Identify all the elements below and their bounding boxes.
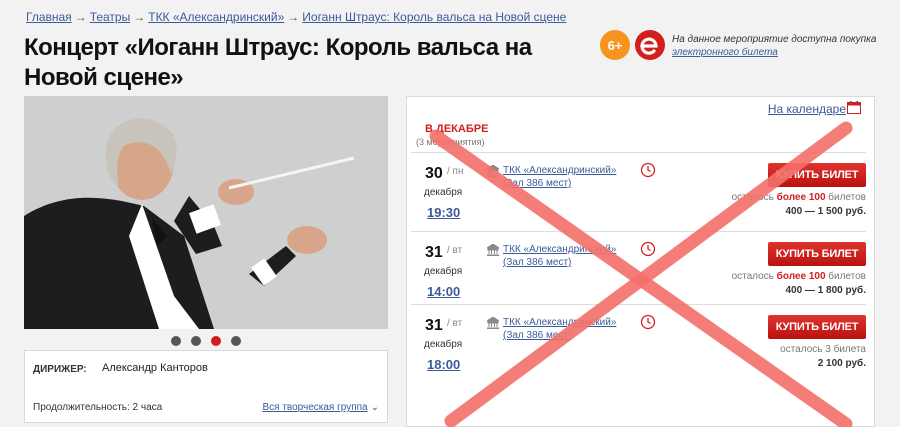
creative-group-label: Вся творческая группа (262, 402, 368, 413)
session-row: 31 / вт декабря 18:00 ТКК «Александринск… (411, 304, 866, 382)
gallery-dot-2[interactable] (191, 336, 201, 346)
price-range: 400 — 1 800 руб. (785, 285, 866, 296)
availability-prefix: осталось (731, 271, 777, 282)
session-time[interactable]: 18:00 (427, 357, 460, 372)
session-row: 31 / вт декабря 14:00 ТКК «Александринск… (411, 231, 866, 309)
schedule-panel: На календаре В ДЕКАБРЕ (3 мероприятия) 3… (406, 96, 875, 427)
session-weekday: / вт (447, 318, 463, 329)
conductor-image (24, 96, 388, 329)
clock-icon[interactable] (640, 314, 656, 330)
eticket-note: На данное мероприятие доступна покупка э… (672, 33, 882, 59)
event-info-box: ДИРИЖЕР: Александр Канторов Продолжитель… (24, 350, 388, 423)
availability-count: более 100 (776, 192, 826, 203)
venue-hall: (Зал 386 мест) (503, 330, 572, 341)
availability-count: более 100 (776, 271, 826, 282)
theater-building-icon (487, 244, 499, 256)
gallery-dot-3[interactable] (211, 336, 221, 346)
eticket-note-text: На данное мероприятие доступна покупка (672, 34, 877, 45)
session-day: 31 (425, 244, 443, 261)
session-month: декабря (424, 339, 463, 350)
page-title: Концерт «Иоганн Штраус: Король вальса на… (24, 34, 532, 91)
session-day: 31 (425, 317, 443, 334)
session-day: 30 (425, 165, 443, 182)
session-weekday: / вт (447, 245, 463, 256)
conductor-label: ДИРИЖЕР: (33, 364, 87, 375)
venue-hall: (Зал 386 мест) (503, 178, 572, 189)
breadcrumb-home[interactable]: Главная (26, 10, 72, 24)
availability-prefix: осталось (731, 192, 777, 203)
availability-suffix: билетов (825, 271, 866, 282)
breadcrumb-venue[interactable]: ТКК «Александринский» (148, 10, 284, 24)
gallery-dot-4[interactable] (231, 336, 241, 346)
availability-suffix: билетов (825, 192, 866, 203)
availability-prefix: осталось (780, 344, 826, 355)
theater-building-icon (487, 165, 499, 177)
availability-text: осталось более 100 билетов (732, 271, 866, 282)
gallery-dots (0, 336, 412, 346)
breadcrumb: Главная → Театры → ТКК «Александринский» → Иог… (26, 10, 566, 24)
month-title: В ДЕКАБРЕ (425, 123, 489, 135)
session-weekday: / пн (447, 166, 464, 177)
conductor-name: Александр Канторов (102, 362, 208, 374)
session-month: декабря (424, 266, 463, 277)
session-time[interactable]: 19:30 (427, 205, 460, 220)
session-month: декабря (424, 187, 463, 198)
availability-text: осталось более 100 билетов (732, 192, 866, 203)
venue-name: ТКК «Александринский» (503, 165, 617, 176)
venue-name: ТКК «Александринский» (503, 244, 617, 255)
event-photo[interactable] (24, 96, 388, 329)
clock-icon[interactable] (640, 162, 656, 178)
session-time[interactable]: 14:00 (427, 284, 460, 299)
age-rating-badge: 6+ (600, 30, 630, 60)
venue-name: ТКК «Александринский» (503, 317, 617, 328)
availability-suffix: 3 билета (825, 344, 866, 355)
eticket-link[interactable]: электронного билета (672, 47, 778, 58)
price-range: 2 100 руб. (817, 358, 866, 369)
month-event-count: (3 мероприятия) (416, 137, 485, 147)
venue-link[interactable]: ТКК «Александринский» (Зал 386 мест) (503, 164, 616, 190)
clock-icon[interactable] (640, 241, 656, 257)
breadcrumb-separator: → (74, 10, 87, 24)
session-row: 30 / пн декабря 19:30 ТКК «Александринск… (411, 152, 866, 230)
duration-text: Продолжительность: 2 часа (33, 402, 163, 413)
breadcrumb-separator: → (287, 10, 300, 24)
gallery-dot-1[interactable] (171, 336, 181, 346)
buy-ticket-button[interactable]: КУПИТЬ БИЛЕТ (768, 315, 866, 339)
buy-ticket-button[interactable]: КУПИТЬ БИЛЕТ (768, 242, 866, 266)
creative-group-link[interactable]: Вся творческая группа ⌄ (262, 402, 379, 413)
breadcrumb-theaters[interactable]: Театры (90, 10, 131, 24)
price-range: 400 — 1 500 руб. (785, 206, 866, 217)
calendar-icon[interactable] (847, 101, 861, 114)
chevron-down-icon: ⌄ (370, 402, 379, 413)
buy-ticket-button[interactable]: КУПИТЬ БИЛЕТ (768, 163, 866, 187)
availability-text: осталось 3 билета (780, 344, 866, 355)
theater-building-icon (487, 317, 499, 329)
venue-link[interactable]: ТКК «Александринский» (Зал 386 мест) (503, 316, 616, 342)
e-ticket-icon (635, 30, 665, 60)
venue-link[interactable]: ТКК «Александринский» (Зал 386 мест) (503, 243, 616, 269)
breadcrumb-event[interactable]: Иоганн Штраус: Король вальса на Новой сц… (302, 10, 566, 24)
calendar-link[interactable]: На календаре (768, 102, 846, 116)
venue-hall: (Зал 386 мест) (503, 257, 572, 268)
breadcrumb-separator: → (133, 10, 146, 24)
